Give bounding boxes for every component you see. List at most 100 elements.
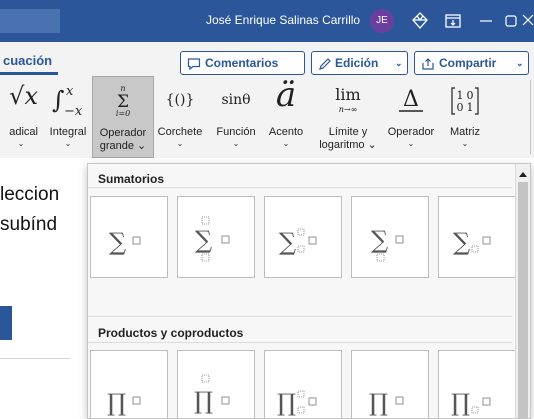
operator-label: Operador xyxy=(387,126,435,138)
minimize-icon[interactable] xyxy=(473,8,499,34)
document-text-line: leccion xyxy=(0,184,60,205)
svg-text:∑: ∑ xyxy=(453,228,470,256)
integral-icon: ∫ x −x xyxy=(46,82,90,119)
tab-ecuacion[interactable]: cuación xyxy=(3,53,52,68)
divider xyxy=(0,358,70,359)
accent-label: Acento xyxy=(268,126,304,138)
radical-button[interactable]: √x adical ⌄ xyxy=(0,76,38,156)
bracket-icon: {()} xyxy=(165,92,195,108)
function-icon: sinθ xyxy=(221,92,251,108)
svg-text:0: 0 xyxy=(457,101,464,114)
operator-icon: Δ xyxy=(385,82,437,118)
title-bar: José Enrique Salinas Carrillo JE xyxy=(0,0,534,42)
svg-text:∫: ∫ xyxy=(52,86,65,114)
function-button[interactable]: sinθ Función ⌄ xyxy=(212,76,260,156)
svg-text:∏: ∏ xyxy=(107,389,126,417)
svg-text:i=0: i=0 xyxy=(116,109,130,118)
large-operator-button[interactable]: n Σ i=0 Operador grande ⌄ xyxy=(92,76,154,158)
operator-button[interactable]: Δ Operador ⌄ xyxy=(385,76,437,156)
svg-text:∑: ∑ xyxy=(371,226,388,254)
integral-button[interactable]: ∫ x −x Integral ⌄ xyxy=(46,76,90,156)
gallery-item-product-lower[interactable]: ∏ xyxy=(351,350,429,418)
comment-icon xyxy=(187,56,201,78)
svg-text:1: 1 xyxy=(467,101,474,114)
accent-icon: ä xyxy=(275,75,297,115)
document-text-line: subínd xyxy=(0,214,58,235)
gallery-item-sum-lower[interactable]: ∑ xyxy=(351,196,429,278)
user-avatar[interactable]: JE xyxy=(370,9,394,33)
svg-text:x: x xyxy=(66,84,74,99)
summation-icon: n Σ i=0 xyxy=(93,83,153,119)
svg-text:∑: ∑ xyxy=(109,228,126,256)
svg-text:lim: lim xyxy=(335,85,360,104)
diamond-icon[interactable] xyxy=(407,8,433,34)
svg-text:∑: ∑ xyxy=(195,226,212,254)
ribbon-divider xyxy=(530,80,531,154)
integral-label: Integral xyxy=(49,126,87,138)
user-name: José Enrique Salinas Carrillo xyxy=(206,13,361,27)
limit-log-button[interactable]: lim n→∞ Límite y logaritmo ⌄ xyxy=(318,76,378,156)
chevron-down-icon: ⌄ xyxy=(461,139,469,148)
matrix-button[interactable]: 1 0 0 1 Matriz ⌄ xyxy=(445,76,485,156)
close-icon[interactable] xyxy=(521,8,534,34)
share-icon xyxy=(421,56,435,78)
editing-button[interactable]: Edición ⌄ xyxy=(311,51,408,75)
chevron-down-icon: ⌄ xyxy=(17,139,25,148)
ribbon-display-icon[interactable] xyxy=(440,8,466,34)
section-title-summations: Sumatorios xyxy=(98,172,165,186)
gallery-item-product-upper-lower[interactable]: ∏ xyxy=(177,350,255,418)
chevron-down-icon: ⌄ xyxy=(232,139,240,148)
chevron-down-icon: ⌄ xyxy=(516,58,524,68)
content-control-marker xyxy=(0,306,12,340)
svg-text:∑: ∑ xyxy=(279,228,296,256)
svg-text:−x: −x xyxy=(64,104,83,118)
large-operator-gallery: Sumatorios ∑ ∑ ∑ ∑ ∑ Productos y coprodu… xyxy=(87,163,531,419)
gallery-item-sum-sub-sup[interactable]: ∑ xyxy=(264,196,342,278)
gallery-item-sum[interactable]: ∑ xyxy=(90,196,168,278)
radical-label: adical xyxy=(9,126,38,138)
comments-button[interactable]: Comentarios xyxy=(180,51,305,75)
divider xyxy=(88,342,512,343)
equation-ribbon: √x adical ⌄ ∫ x −x Integral ⌄ n Σ i=0 Op… xyxy=(0,76,534,159)
chevron-down-icon: ⌄ xyxy=(176,139,184,148)
chevron-down-icon: ⌄ xyxy=(282,139,290,148)
scrollbar-thumb[interactable] xyxy=(518,182,528,418)
tab-row: cuación Comentarios Edición ⌄ Compartir … xyxy=(0,42,534,76)
radical-icon: √x xyxy=(9,82,38,110)
large-operator-label: Operador grande ⌄ xyxy=(99,127,147,152)
share-label: Compartir xyxy=(439,56,497,70)
divider xyxy=(88,316,512,317)
gallery-scrollbar[interactable] xyxy=(515,164,530,418)
chevron-down-icon: ⌄ xyxy=(395,58,403,68)
share-button[interactable]: Compartir ⌄ xyxy=(414,51,529,75)
search-box[interactable] xyxy=(0,9,60,33)
svg-text:∏: ∏ xyxy=(277,389,296,417)
chevron-down-icon: ⌄ xyxy=(64,139,72,148)
matrix-label: Matriz xyxy=(450,126,480,138)
gallery-item-product[interactable]: ∏ xyxy=(90,350,168,418)
comments-label: Comentarios xyxy=(205,56,279,70)
section-title-products: Productos y coproductos xyxy=(98,326,244,340)
active-tab-indicator xyxy=(0,72,58,75)
gallery-item-sum-upper-lower[interactable]: ∑ xyxy=(177,196,255,278)
svg-text:∏: ∏ xyxy=(451,389,470,417)
limit-log-label: Límite y logaritmo ⌄ xyxy=(319,126,377,151)
gallery-item-product-sub-sup[interactable]: ∏ xyxy=(264,350,342,418)
svg-text:∏: ∏ xyxy=(369,389,388,417)
pencil-icon xyxy=(318,56,332,78)
accent-button[interactable]: ä Acento ⌄ xyxy=(263,76,309,156)
gallery-item-product-sub[interactable]: ∏ xyxy=(438,350,516,418)
scroll-up-arrow-icon[interactable] xyxy=(518,167,528,177)
svg-text:n→∞: n→∞ xyxy=(339,105,358,114)
gallery-item-sum-sub[interactable]: ∑ xyxy=(438,196,516,278)
editing-label: Edición xyxy=(335,56,379,70)
svg-text:Δ: Δ xyxy=(403,87,419,112)
bracket-button[interactable]: {()} Corchete ⌄ xyxy=(155,76,205,156)
svg-text:∏: ∏ xyxy=(194,387,213,415)
bracket-label: Corchete xyxy=(157,126,203,138)
chevron-down-icon: ⌄ xyxy=(407,139,415,148)
matrix-icon: 1 0 0 1 xyxy=(445,82,485,118)
limit-icon: lim n→∞ xyxy=(318,82,378,118)
restore-icon[interactable] xyxy=(501,8,521,34)
divider xyxy=(88,187,512,188)
